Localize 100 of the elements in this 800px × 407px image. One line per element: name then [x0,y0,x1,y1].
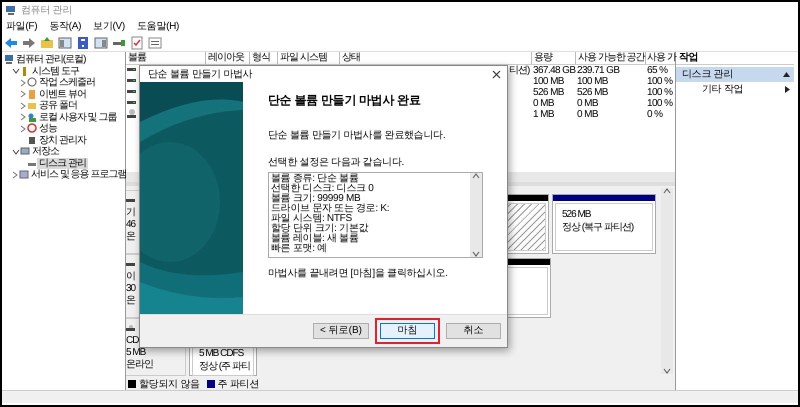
column-header[interactable]: 사용 가능한 공간 [576,52,646,64]
scroll-down-icon[interactable] [472,250,480,256]
settings-line: 볼륨 레이블: 새 볼륨 [271,234,360,244]
back-arrow-icon[interactable] [4,36,18,50]
table-cell: 티션) [509,65,530,76]
tree-item[interactable]: 장치 관리자 [37,134,88,146]
disk-label: 30 [126,283,137,295]
tree-node-icon [4,54,14,66]
disk-label: 기 [126,207,136,219]
tree-node-icon [27,88,37,100]
dialog-heading: 단순 볼륨 만들기 마법사 완료 [268,94,422,108]
scroll-up-icon[interactable] [663,188,671,194]
dialog-button[interactable]: 마침 [380,323,435,340]
cd-drive-icon [127,109,137,120]
disk-drive-icon [126,261,136,268]
action-item[interactable]: 기타 작업 [702,84,744,95]
settings-line: 볼륨 종류: 단순 볼륨 [271,174,360,184]
dialog-text: 선택한 설정은 다음과 같습니다. [268,156,406,168]
table-cell: 100 % [647,98,672,109]
tree-node-icon [27,123,37,134]
column-header[interactable]: 형식 [250,52,278,64]
disk-label: 온 [126,231,136,243]
tree-node-icon [27,100,37,112]
tree-node-icon [19,169,29,180]
vertical-scrollbar[interactable] [661,188,673,374]
table-cell: 100 % [647,76,672,87]
tree-item[interactable]: 작업 스케줄러 [37,77,97,88]
table-cell: 100 % [647,87,672,98]
dialog-text: 마법사를 끝내려면 [마침]을 클릭하십시오. [268,268,449,278]
table-cell: 0 MB [577,109,598,120]
column-header[interactable]: 사용 가 [646,52,676,64]
partition-info: 526 MB [562,209,592,222]
tree-item[interactable]: 서비스 및 응용 프로그램 [29,169,128,180]
menu-item[interactable]: 보기(V) [93,20,125,32]
tree-node-icon [20,146,30,158]
tree-item[interactable]: 이벤트 뷰어 [37,88,88,100]
partition-box[interactable]: 526 MB 정상 (복구 파티션) [552,194,656,254]
disk-label: 이 [126,271,136,283]
menu-item[interactable]: 동작(A) [49,20,82,32]
disk-label: 46 [126,219,137,231]
column-header[interactable]: 파일 시스템 [278,52,340,64]
legend-label: 할당되지 않음 [139,378,200,390]
table-cell: 239.71 GB [577,65,620,76]
disk-label: 5 MB [126,347,147,359]
tree-item[interactable]: 컴퓨터 관리(로컬) [14,54,88,66]
menu-item[interactable]: 파일(F) [6,20,38,32]
dialog-button[interactable]: < 뒤로(B) [313,323,369,340]
window-title: 컴퓨터 관리 [21,4,72,16]
legend-label: 주 파티션 [218,378,259,390]
disk-drive-icon [126,197,136,204]
table-cell: 0 MB [577,98,598,109]
up-folder-icon[interactable] [40,36,54,50]
tree-node-icon [27,134,37,146]
settings-line: 선택한 디스크: 디스크 0 [271,184,374,194]
dialog-title: 단순 볼륨 만들기 마법사 [148,68,252,80]
settings-line: 할당 단위 크기: 기본값 [271,224,370,234]
list-icon[interactable] [148,36,162,50]
app-icon [5,4,17,16]
column-header[interactable]: 상태 [340,52,532,64]
tree-item[interactable]: 공유 폴더 [37,100,79,112]
column-header[interactable]: 레이아웃 [206,52,250,64]
vertical-scrollbar[interactable] [470,172,482,256]
table-cell: 100 MB [533,76,564,87]
disk-label: CD [126,335,140,347]
forward-arrow-icon[interactable] [22,36,36,50]
table-cell: 100 MB [577,76,608,87]
menu-item[interactable]: 도움말(H) [136,20,180,32]
tree-item[interactable]: 디스크 관리 [37,158,88,169]
tree-item[interactable]: 성능 [37,123,59,134]
tree-node-icon [27,77,37,88]
table-cell: 367.48 GB [533,65,576,76]
dialog-text: 단순 볼륨 만들기 마법사를 완료했습니다. [268,130,446,140]
disk-label: 온 [126,295,136,307]
cd-drive-icon [126,325,136,332]
table-cell: 0 MB [533,98,554,109]
scroll-up-icon[interactable] [472,172,480,178]
scroll-down-icon[interactable] [663,368,671,374]
settings-line: 드라이브 문자 또는 경로: K: [271,204,390,214]
console-tree-icon[interactable] [58,36,72,50]
table-cell: 526 MB [577,87,608,98]
submenu-arrow-icon[interactable] [785,86,790,93]
tree-item[interactable]: 저장소 [30,146,61,158]
dialog-button[interactable]: 취소 [446,323,501,340]
column-header[interactable]: 볼륨 [126,52,206,64]
tree-node-icon [27,112,37,123]
table-cell: 1 MB [533,109,554,120]
disk-label: 온라인 [126,359,154,371]
table-cell: 0 % [647,109,662,120]
partition-info: 정상 (복구 파티션) [562,222,634,234]
tree-item[interactable]: 로컬 사용자 및 그룹 [37,112,118,123]
tree-item[interactable]: 시스템 도구 [30,66,81,77]
settings-line: 파일 시스템: NTFS [271,214,353,224]
help-icon[interactable] [76,36,90,50]
collapse-icon[interactable] [783,72,790,77]
table-cell: 526 MB [533,87,564,98]
checklist-icon[interactable] [130,36,144,50]
column-header[interactable]: 용량 [532,52,576,64]
panel-icon[interactable] [94,36,108,50]
close-icon[interactable] [492,70,501,79]
partition-info: 정상 (주 파티 [199,360,247,373]
